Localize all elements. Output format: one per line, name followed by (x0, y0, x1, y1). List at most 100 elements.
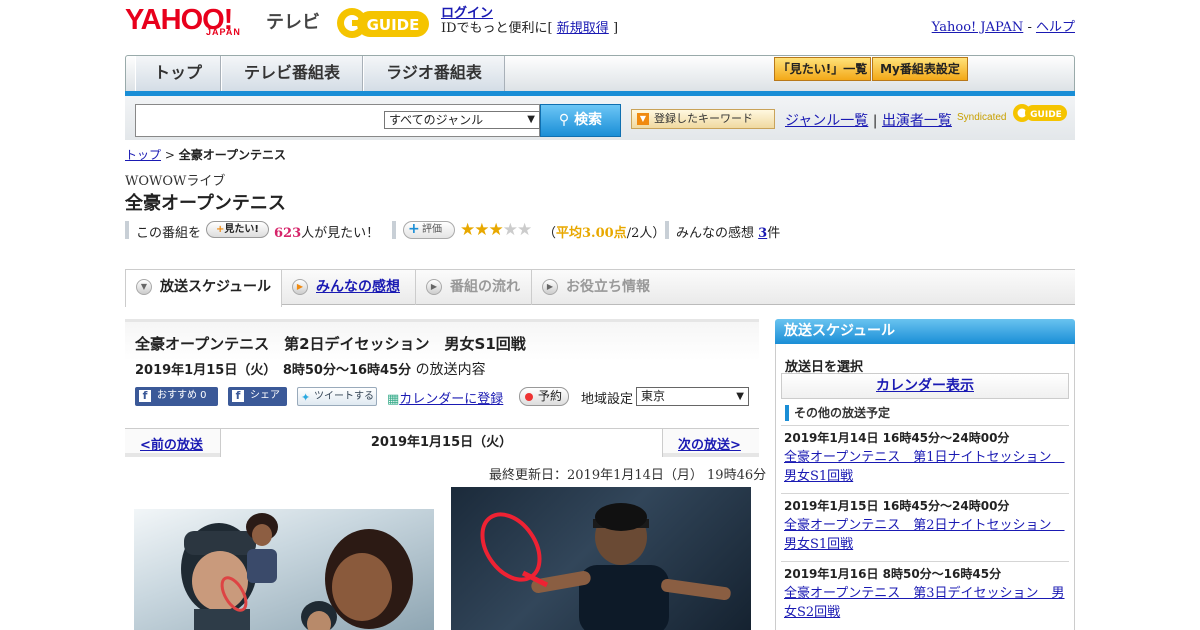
my-schedule-settings-button[interactable]: My番組表設定 (872, 57, 968, 81)
broadcast-link[interactable]: 全豪オープンテニス 第1日ナイトセッション 男女S1回戦 (784, 450, 1065, 484)
registered-keywords-button[interactable]: ▼ 登録したキーワード (631, 109, 775, 129)
search-links-divider: | (872, 113, 878, 129)
impressions-suffix: 件 (767, 226, 781, 241)
next-broadcast-link[interactable]: 次の放送> (678, 434, 741, 453)
last-updated: 最終更新日：2019年1月14日（月） 19時46分 (489, 468, 767, 483)
g-guide-small-logo: GUIDE (1013, 104, 1067, 122)
login-link[interactable]: ログイン (441, 6, 493, 21)
breadcrumb: トップ > 全豪オープンテニス (125, 146, 286, 163)
episode-date-suffix: の放送内容 (415, 362, 486, 378)
broadcast-time: 2019年1月14日 16時45分～24時00分 (784, 431, 1010, 445)
avg-open: （ (543, 226, 557, 241)
calendar-register[interactable]: ▦カレンダーに登録 (387, 388, 503, 407)
id-text-suffix: ] (612, 21, 619, 36)
rating-stars: ★★★★★ (460, 220, 532, 240)
region-select[interactable]: 東京 ▼ (636, 387, 749, 406)
breadcrumb-home[interactable]: トップ (125, 148, 161, 162)
mitai-suffix: 人が見たい！ (301, 226, 380, 241)
this-program-label: この番組を (136, 226, 202, 241)
star-icon: ★ (502, 220, 518, 240)
top-right-links: Yahoo! JAPAN - ヘルプ (932, 16, 1075, 35)
broadcast-link[interactable]: 全豪オープンテニス 第3日デイセッション 男女S2回戦 (784, 586, 1065, 620)
chevron-down-icon: ▼ (527, 114, 535, 125)
mitai-button[interactable]: +見たい! (206, 221, 269, 238)
rate-button-label: 評価 (422, 224, 442, 235)
reserve-button[interactable]: 予約 (519, 387, 569, 406)
broadcast-nav: <前の放送 2019年1月15日（火） 次の放送> (125, 428, 759, 457)
nav-tab-top[interactable]: トップ (135, 56, 221, 91)
search-button-label: 検索 (574, 112, 603, 128)
broadcast-time: 2019年1月15日 16時45分～24時00分 (784, 499, 1010, 513)
id-text-prefix: IDでもっと便利に[ (441, 21, 553, 36)
tweet-label: ツイートする (314, 391, 374, 402)
info-divider (125, 221, 129, 239)
signup-link[interactable]: 新規取得 (557, 21, 609, 36)
yahoo-japan-sublogo: JAPAN (206, 27, 241, 37)
tab-label: みんなの感想 (316, 279, 400, 295)
other-broadcasts-list: 2019年1月14日 16時45分～24時00分 全豪オープンテニス 第1日ナイ… (781, 425, 1069, 629)
genre-list-link[interactable]: ジャンル一覧 (785, 113, 868, 129)
main-nav: トップ テレビ番組表 ラジオ番組表 「見たい!」一覧 My番組表設定 (125, 55, 1075, 91)
program-info-bar: この番組を +見たい! 623人が見たい！ + 評価 ★★★★★ （平均3.00点… (125, 220, 825, 241)
tweet-button[interactable]: ✦ ツイートする (297, 387, 377, 406)
prev-broadcast-link[interactable]: <前の放送 (140, 434, 203, 453)
facebook-icon: f (139, 390, 151, 402)
breadcrumb-current: 全豪オープンテニス (178, 148, 287, 162)
tab-label: 放送スケジュール (160, 279, 272, 295)
reserve-label: 予約 (538, 389, 563, 403)
tab-useful-info: ▶ お役立ち情報 (532, 270, 662, 305)
calendar-register-link[interactable]: カレンダーに登録 (399, 392, 503, 407)
calendar-display-link[interactable]: カレンダー表示 (876, 378, 974, 394)
current-broadcast-date: 2019年1月15日（火） (220, 429, 663, 457)
help-link[interactable]: ヘルプ (1036, 20, 1075, 35)
rate-button[interactable]: + 評価 (403, 221, 455, 239)
g-guide-logo-text: GUIDE (367, 16, 420, 34)
facebook-share-button[interactable]: f シェア (228, 387, 287, 406)
twitter-bird-icon: ✦ (301, 391, 311, 404)
mitai-list-button[interactable]: 「見たい!」一覧 (774, 57, 871, 81)
info-divider (392, 221, 396, 239)
mitai-count: 623 (274, 226, 302, 241)
other-broadcasts-heading: その他の放送予定 (785, 405, 890, 421)
g-guide-small-logo-text: GUIDE (1030, 110, 1062, 120)
chevron-down-icon: ▼ (136, 279, 152, 295)
list-item: 2019年1月16日 8時50分～16時45分 全豪オープンテニス 第3日デイセ… (781, 561, 1069, 629)
chevron-down-icon: ▼ (736, 391, 744, 402)
content-tabs: ▼ 放送スケジュール ▶ みんなの感想 ▶ 番組の流れ ▶ お役立ち情報 (125, 269, 1075, 307)
tab-broadcast-schedule[interactable]: ▼ 放送スケジュール (125, 270, 282, 307)
star-icon: ★ (474, 220, 489, 240)
g-guide-logo[interactable]: GUIDE (335, 5, 433, 41)
broadcast-time: 2019年1月16日 8時50分～16時45分 (784, 567, 1002, 581)
episode-datetime: 2019年1月15日（火） 8時50分～16時45分 (135, 363, 412, 378)
breadcrumb-sep: > (164, 148, 175, 162)
syndicated-label: Syndicated (957, 112, 1007, 123)
broadcast-link[interactable]: 全豪オープンテニス 第2日ナイトセッション 男女S1回戦 (784, 518, 1065, 552)
nav-tab-tv-schedule[interactable]: テレビ番組表 (221, 56, 363, 91)
performer-list-link[interactable]: 出演者一覧 (882, 113, 952, 129)
program-image-nishikori (451, 487, 751, 630)
sidebar-header: 放送スケジュール (775, 319, 1075, 344)
star-icon: ★ (517, 220, 532, 240)
info-divider (665, 221, 669, 239)
record-dot-icon (525, 393, 533, 401)
registered-keywords-label: 登録したキーワード (654, 112, 753, 125)
program-image-players (134, 509, 434, 630)
facebook-recommend-button[interactable]: f おすすめ 0 (135, 387, 218, 406)
calendar-display-button[interactable]: カレンダー表示 (781, 373, 1069, 399)
average-score: 平均3.00点 (556, 226, 627, 241)
tab-impressions[interactable]: ▶ みんなの感想 (282, 270, 416, 305)
tab-label: 番組の流れ (450, 279, 520, 295)
calendar-add-icon: ▦ (387, 392, 400, 407)
impressions-count-link[interactable]: 3 (758, 226, 767, 241)
rating-count: /2人） (626, 226, 666, 241)
impressions-label: みんなの感想 (676, 226, 755, 241)
program-title: 全豪オープンテニス (125, 193, 286, 214)
plus-icon: + (408, 221, 420, 237)
nav-tab-radio-schedule[interactable]: ラジオ番組表 (363, 56, 505, 91)
genre-select[interactable]: すべてのジャンル ▼ (384, 111, 540, 129)
mitai-button-label: 見たい! (224, 224, 259, 235)
share-row: f おすすめ 0 f シェア ✦ ツイートする ▦カレンダーに登録 予約 地域設定 東… (135, 387, 755, 407)
search-button[interactable]: ⚲ 検索 (540, 104, 621, 137)
channel-name: WOWOWライブ (125, 174, 226, 189)
yahoo-japan-link[interactable]: Yahoo! JAPAN (932, 20, 1024, 35)
